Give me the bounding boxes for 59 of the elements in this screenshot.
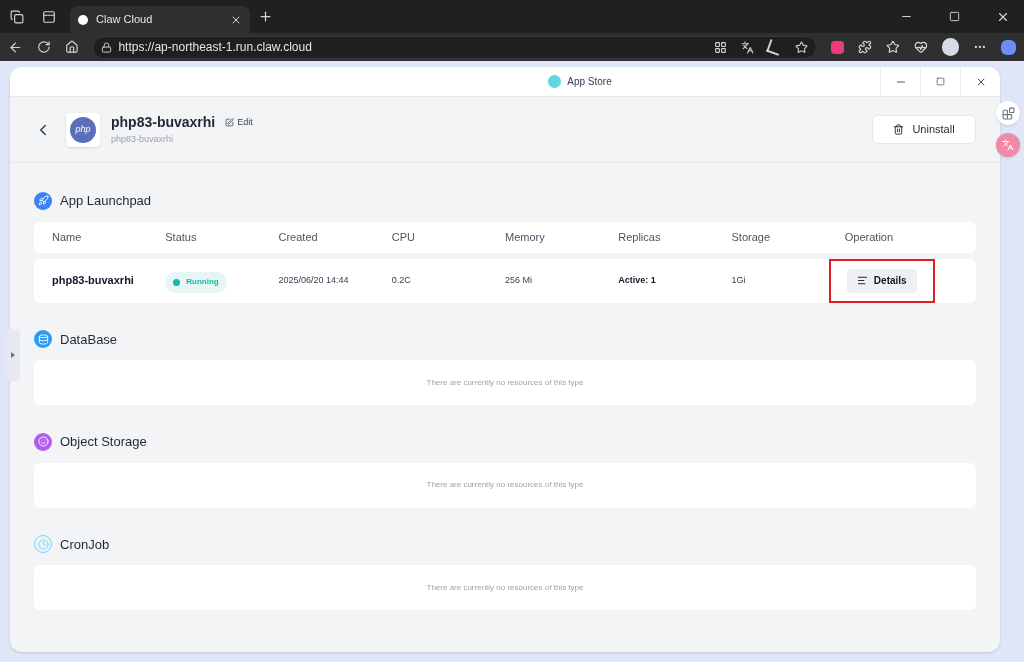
column-header: Memory <box>505 229 546 245</box>
lock-icon <box>101 41 113 53</box>
avatar-icon[interactable] <box>941 38 960 56</box>
column-header: Storage <box>731 229 772 245</box>
rocket-icon <box>34 191 52 210</box>
edit-button[interactable]: Edit <box>225 116 253 130</box>
details-button[interactable]: Details <box>846 268 917 293</box>
window-title: App Store <box>567 75 612 89</box>
column-header: Status <box>165 229 198 245</box>
database-icon <box>34 330 52 349</box>
section-title: Object Storage <box>60 433 147 451</box>
extension-icon[interactable] <box>831 40 845 54</box>
browser-tab[interactable]: Claw Cloud <box>70 6 250 33</box>
column-header: Replicas <box>618 229 662 245</box>
tab-title: Claw Cloud <box>96 12 154 28</box>
restore-icon <box>936 77 945 86</box>
column-header: Operation <box>844 229 895 245</box>
table-cell-text: php83-buvaxrhi <box>52 273 135 289</box>
column-header: Name <box>52 229 83 245</box>
logo-text: php <box>70 116 96 143</box>
app-subtitle: php83-buvaxrhi <box>111 133 175 147</box>
table-cell-text: 256 Mi <box>505 273 533 287</box>
store-icon <box>548 75 562 88</box>
sidebar-toggle[interactable] <box>6 329 20 381</box>
address-bar[interactable]: https://ap-northeast-1.run.claw.cloud <box>92 35 818 59</box>
translate-icon[interactable] <box>741 40 755 54</box>
empty-message: There are currently no resources of this type <box>426 479 584 491</box>
home-icon[interactable] <box>64 40 79 54</box>
clock-icon <box>34 535 52 554</box>
heart-pulse-icon[interactable] <box>913 40 928 54</box>
maximize-icon[interactable] <box>949 11 960 22</box>
add-widget-icon[interactable] <box>996 101 1020 125</box>
uninstall-button[interactable]: Uninstall <box>872 115 976 144</box>
section-title: DataBase <box>60 330 118 349</box>
reload-icon[interactable] <box>36 40 51 54</box>
url-text: https://ap-northeast-1.run.claw.cloud <box>118 39 313 56</box>
table-cell-text: Active: 1 <box>618 273 657 287</box>
puzzle-icon[interactable] <box>858 40 873 54</box>
empty-message: There are currently no resources of this type <box>426 581 584 594</box>
section-title: App Launchpad <box>60 192 152 210</box>
edit-icon <box>225 118 235 128</box>
section-title: CronJob <box>60 535 110 554</box>
star-icon[interactable] <box>795 40 809 54</box>
lines-icon <box>856 275 868 286</box>
favorites-icon[interactable] <box>886 40 900 54</box>
app-name: php83-buvaxrhi <box>111 113 216 133</box>
column-header: CPU <box>391 229 416 245</box>
table-cell-text: 0.2C <box>391 273 412 287</box>
table-cell-text: 2025/06/20 14:44 <box>278 273 350 287</box>
empty-message: There are currently no resources of this type <box>426 376 584 389</box>
trash-icon <box>893 124 905 135</box>
caret-icon <box>11 352 15 358</box>
table-cell-text: 1Gi <box>731 273 747 287</box>
workspaces-icon[interactable] <box>10 9 24 24</box>
new-tab-icon[interactable] <box>258 9 273 24</box>
tab-actions-icon[interactable] <box>42 9 56 24</box>
column-header: Created <box>278 229 319 245</box>
apps-icon[interactable] <box>714 40 728 54</box>
status-badge: Running <box>165 271 227 293</box>
